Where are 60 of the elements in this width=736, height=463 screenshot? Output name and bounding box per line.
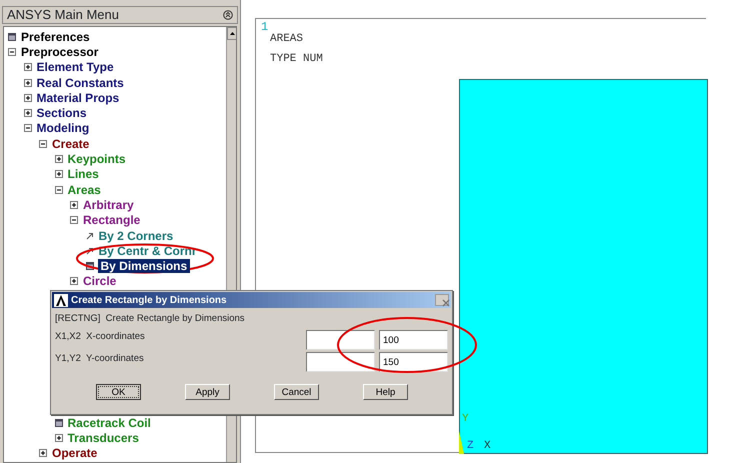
axis-triad-drawing: Y Z X (459, 411, 499, 454)
legend-text: AREAS (270, 32, 304, 47)
tree-item[interactable]: Material Props (36, 90, 120, 105)
tree-item[interactable]: Lines (66, 167, 100, 182)
tree-item[interactable]: Racetrack Coil (66, 416, 152, 430)
expand-icon[interactable] (24, 63, 32, 72)
tree-item[interactable]: Areas (66, 182, 102, 197)
window-icon[interactable] (8, 32, 16, 41)
scroll-up-icon[interactable] (230, 32, 234, 35)
tree-item[interactable]: Arbitrary (82, 198, 135, 212)
tree-item[interactable]: Keypoints (66, 152, 127, 166)
tree-item[interactable]: Real Constants (36, 76, 125, 90)
tree-item[interactable]: Preprocessor (20, 44, 100, 59)
input-field[interactable]: 100 (379, 330, 448, 350)
collapse-icon[interactable] (223, 10, 233, 20)
collapse-icon[interactable] (8, 48, 16, 56)
input-field[interactable]: 150 (379, 352, 448, 372)
tree-item[interactable]: Element Type (36, 60, 115, 74)
expand-icon[interactable] (24, 78, 32, 87)
collapse-icon[interactable] (39, 140, 47, 148)
expand-icon[interactable] (24, 109, 32, 118)
close-button[interactable] (435, 294, 449, 306)
dialog-button[interactable]: Help (363, 384, 408, 400)
expand-icon[interactable] (54, 434, 62, 442)
tree-item[interactable]: Sections (36, 106, 88, 120)
input-field[interactable] (306, 330, 375, 350)
expand-icon[interactable] (24, 94, 32, 102)
tree-item[interactable]: By 2 Corners (98, 228, 174, 242)
tree-item[interactable]: Rectangle (82, 213, 142, 228)
arrow-icon[interactable] (86, 246, 94, 255)
tree-item[interactable]: Create (51, 136, 90, 151)
expand-icon[interactable] (70, 277, 78, 286)
expand-icon[interactable] (54, 170, 62, 178)
arrow-icon[interactable] (86, 232, 94, 240)
tree-item[interactable]: Circle (82, 274, 118, 288)
tree-item[interactable]: Modeling (36, 121, 90, 136)
window-icon[interactable] (54, 418, 62, 427)
close-icon (442, 299, 450, 308)
field-label: Y1,Y2 Y-coordinates (55, 352, 145, 366)
collapse-icon[interactable] (54, 186, 62, 194)
main-menu-title: ANSYS Main Menu (7, 6, 119, 24)
expand-icon[interactable] (54, 155, 62, 164)
collapse-icon[interactable] (24, 124, 32, 132)
tree-item[interactable]: Transducers (66, 430, 140, 445)
command-text: [RECTNG] Create Rectangle by Dimensions (54, 312, 246, 326)
dialog-button[interactable]: Apply (185, 384, 230, 400)
legend-text: TYPE NUM (270, 52, 323, 67)
dialog-title: Create Rectangle by Dimensions (71, 294, 227, 308)
field-label: X1,X2 X-coordinates (55, 330, 146, 344)
window-number: 1 (261, 19, 268, 36)
app-logo-icon (54, 294, 68, 306)
dialog-button[interactable]: OK (96, 384, 141, 400)
tree-item[interactable]: Preferences (20, 30, 91, 44)
tree-item[interactable]: By Dimensions (98, 259, 190, 274)
tree-item[interactable]: Operate (51, 446, 98, 460)
dialog-button[interactable]: Cancel (274, 384, 319, 400)
expand-icon[interactable] (70, 200, 78, 209)
input-field[interactable] (306, 352, 375, 372)
collapse-icon[interactable] (70, 216, 78, 224)
expand-icon[interactable] (39, 449, 47, 458)
